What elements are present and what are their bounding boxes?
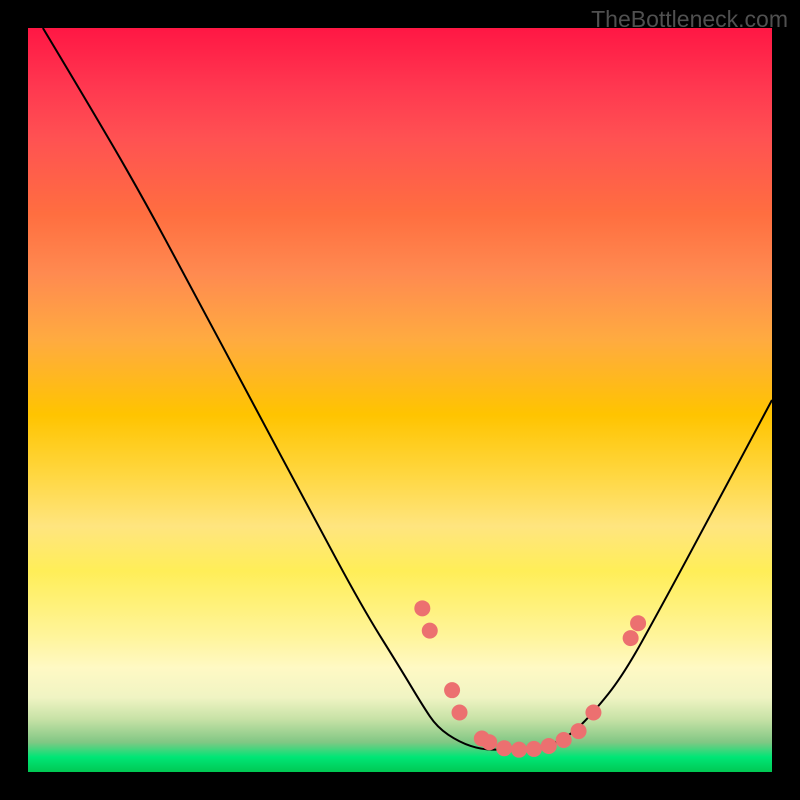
- data-marker: [526, 741, 542, 757]
- data-marker: [496, 740, 512, 756]
- data-marker: [630, 615, 646, 631]
- bottleneck-curve: [43, 28, 772, 750]
- chart-svg: [28, 28, 772, 772]
- data-marker: [571, 723, 587, 739]
- data-marker: [541, 738, 557, 754]
- data-marker: [452, 704, 468, 720]
- watermark-text: TheBottleneck.com: [591, 6, 788, 33]
- data-marker: [585, 704, 601, 720]
- data-marker: [623, 630, 639, 646]
- chart-container: TheBottleneck.com: [0, 0, 800, 800]
- data-markers: [414, 600, 646, 757]
- data-marker: [444, 682, 460, 698]
- data-marker: [481, 734, 497, 750]
- plot-area: [28, 28, 772, 772]
- data-marker: [556, 732, 572, 748]
- data-marker: [511, 742, 527, 758]
- data-marker: [414, 600, 430, 616]
- data-marker: [422, 623, 438, 639]
